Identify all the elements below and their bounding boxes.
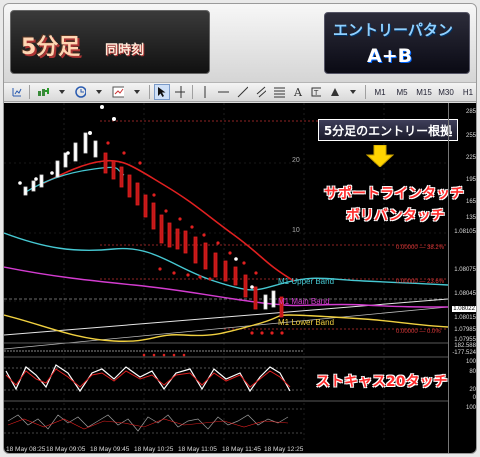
timeframe-m1[interactable]: M1 [370, 84, 390, 100]
add-indicator-icon[interactable] [34, 84, 52, 100]
lower-oscillator-panel [4, 408, 304, 434]
fib-label-0: 0.00000 — 0.0% [396, 329, 441, 335]
support-line [4, 298, 449, 336]
histogram-panel [4, 350, 304, 357]
title-sub: 同時刻 [105, 43, 145, 58]
stoch-axis-0: 0 [472, 395, 476, 401]
chart-toolbar: A T M1 M5 M15 M30 H1 [4, 82, 476, 102]
timeframe-m15[interactable]: M15 [414, 84, 434, 100]
stoch-axis-100: 100 [465, 359, 476, 365]
support-touch-label: サポートラインタッチ [324, 186, 464, 202]
osc-axis-100: 100 [465, 405, 476, 411]
price-tick: 1.08015 [454, 315, 476, 321]
entry-reason-callout: 5分足のエントリー根拠 [318, 119, 458, 141]
timeframe-m30[interactable]: M30 [436, 84, 456, 100]
time-tick: 18 May 12:25 [264, 446, 304, 453]
price-tick: 1.08105 [454, 229, 476, 235]
fib-label-23: 0.00000 — 23.6% [396, 279, 445, 285]
bollinger-touch-label: ボリバンタッチ [346, 208, 445, 224]
current-price-box: 1.08022 [452, 306, 476, 312]
candlesticks [23, 132, 284, 318]
entry-pattern-label: エントリーパタン [333, 21, 453, 39]
price-tick: 225 [465, 155, 476, 161]
histogram-axis-min: -177.524 [452, 350, 476, 356]
price-tick: 285 [465, 109, 476, 115]
title-main: 5分足 [21, 35, 81, 60]
trendline-tool-icon[interactable] [234, 84, 251, 100]
fibonacci-tool-icon[interactable] [271, 84, 288, 100]
time-tick: 18 May 11:45 [222, 446, 261, 453]
cursor-tool-icon[interactable] [153, 84, 170, 100]
price-chart[interactable]: 20 10 0.00000 — 38.2% 0.00000 — 23.6% 0.… [4, 103, 476, 453]
svg-text:A: A [293, 86, 303, 98]
vertical-line-tool-icon[interactable] [197, 84, 213, 100]
title-banner: 5分足 同時刻 エントリーパタン A+B [4, 4, 476, 82]
time-tick: 18 May 08:25 [6, 446, 46, 453]
price-tick: 1.08075 [454, 267, 476, 273]
grid-label-10: 10 [292, 227, 300, 234]
red-moving-average [43, 159, 295, 282]
entry-pattern-value: A+B [367, 45, 413, 67]
time-tick: 18 May 09:05 [46, 446, 86, 453]
label-tool-icon[interactable]: T [308, 84, 325, 100]
text-tool-icon[interactable]: A [290, 84, 306, 100]
arrow-tool-icon[interactable] [326, 84, 343, 100]
dropdown-arrow-icon[interactable] [54, 84, 70, 100]
price-axis: 285 255 225 195 165 135 1.08105 1.08075 … [448, 103, 476, 453]
templates-icon[interactable] [109, 84, 127, 100]
price-tick: 255 [465, 133, 476, 139]
toolbar-separator [365, 85, 366, 99]
title-right-panel: エントリーパタン A+B [324, 12, 470, 74]
lower-band-label: M1 Lower Band [278, 318, 335, 327]
price-tick: 195 [465, 177, 476, 183]
price-tick: 165 [465, 199, 476, 205]
timeframe-h1[interactable]: H1 [458, 84, 476, 100]
toolbar-separator [28, 85, 30, 99]
crosshair-tool-icon[interactable] [172, 84, 189, 100]
timeframe-m5[interactable]: M5 [392, 84, 412, 100]
grid-label-20: 20 [292, 157, 300, 164]
dropdown-arrow-icon[interactable] [345, 84, 361, 100]
price-tick: 1.07985 [454, 327, 476, 333]
svg-text:T: T [313, 89, 319, 97]
periodicity-icon[interactable] [72, 84, 89, 100]
down-arrow-icon [366, 145, 394, 167]
time-tick: 18 May 09:45 [90, 446, 130, 453]
main-band-label: M1 Main Band [278, 297, 330, 306]
cyan-moving-average [23, 166, 125, 194]
price-tick: 135 [465, 215, 476, 221]
histogram-axis-max: 182.588 [454, 343, 476, 349]
title-left-panel: 5分足 同時刻 [10, 10, 210, 74]
upper-band-label: M1 Upper Band [278, 277, 335, 286]
fib-label-38: 0.00000 — 38.2% [396, 245, 445, 251]
toolbar-separator [148, 85, 150, 99]
stochastic-panel [4, 364, 304, 393]
dropdown-arrow-icon[interactable] [129, 84, 145, 100]
price-tick: 1.08045 [454, 291, 476, 297]
channel-tool-icon[interactable] [253, 84, 270, 100]
time-tick: 18 May 10:25 [134, 446, 174, 453]
chart-type-icon[interactable] [8, 84, 25, 100]
horizontal-line-tool-icon[interactable] [215, 84, 232, 100]
dropdown-arrow-icon[interactable] [91, 84, 107, 100]
time-tick: 18 May 11:05 [178, 446, 217, 453]
stochastic-touch-label: ストキャス20タッチ [316, 374, 448, 390]
toolbar-separator [192, 85, 194, 99]
stoch-axis-80: 80 [469, 369, 476, 375]
screenshot-frame: 5分足 同時刻 エントリーパタン A+B A T M1 M5 M15 M30 H… [3, 3, 477, 454]
stoch-axis-20: 20 [469, 387, 476, 393]
